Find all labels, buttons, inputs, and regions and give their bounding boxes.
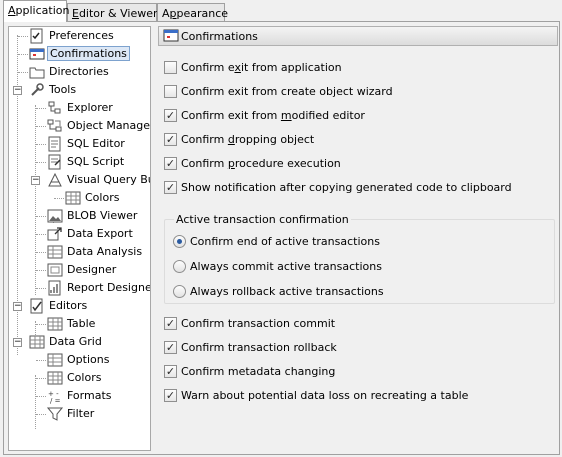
tree-item-directories[interactable]: Directories	[9, 63, 150, 81]
tab-application[interactable]: Application	[3, 0, 69, 22]
checkbox-box[interactable]	[164, 365, 177, 378]
options-icon	[47, 353, 63, 367]
tree-item-formats[interactable]: + - / = Formats	[9, 387, 150, 405]
collapse-icon[interactable]: −	[13, 338, 22, 347]
checkbox-box[interactable]	[164, 341, 177, 354]
radio-button[interactable]	[173, 260, 186, 273]
tree-item-grid-colors[interactable]: Colors	[9, 369, 150, 387]
sql-editor-icon	[48, 136, 61, 152]
tree-item-object-manager[interactable]: Object Manager	[9, 117, 150, 135]
checkbox-box[interactable]	[164, 61, 177, 74]
preferences-icon	[30, 28, 43, 44]
collapse-icon[interactable]: −	[13, 86, 22, 95]
options-frame: Preferences Confirmations Directories − …	[3, 21, 560, 455]
tree-item-explorer[interactable]: Explorer	[9, 99, 150, 117]
colors-icon	[65, 191, 81, 205]
report-designer-icon	[48, 280, 61, 296]
tree-item-tools[interactable]: − Tools	[9, 81, 150, 99]
tree-item-data-export[interactable]: Data Export	[9, 225, 150, 243]
data-grid-icon	[29, 335, 45, 349]
table-icon	[47, 317, 63, 331]
tab-editor-viewers[interactable]: Editor & Viewers	[67, 3, 163, 22]
tree-item-sql-script[interactable]: SQL Script	[9, 153, 150, 171]
active-transaction-group: Active transaction confirmation Confirm …	[164, 213, 555, 304]
checkbox-box[interactable]	[164, 389, 177, 402]
tree-item-editors[interactable]: − Editors	[9, 297, 150, 315]
collapse-icon[interactable]: −	[31, 176, 40, 185]
panel-header: Confirmations	[158, 26, 558, 46]
tree-item-sql-editor[interactable]: SQL Editor	[9, 135, 150, 153]
object-manager-icon	[47, 119, 62, 132]
tree-item-table[interactable]: Table	[9, 315, 150, 333]
checkbox-box[interactable]	[164, 133, 177, 146]
checkbox-box[interactable]	[164, 109, 177, 122]
tree-item-data-analysis[interactable]: Data Analysis	[9, 243, 150, 261]
filter-icon	[47, 407, 63, 421]
folder-icon	[29, 67, 45, 79]
explorer-icon	[48, 101, 61, 114]
tree-item-options[interactable]: Options	[9, 351, 150, 369]
radio-button[interactable]	[173, 285, 186, 298]
tree-item-blob-viewer[interactable]: BLOB Viewer	[9, 207, 150, 225]
sql-script-icon	[48, 154, 61, 170]
collapse-icon[interactable]: −	[13, 302, 22, 311]
checkbox-box[interactable]	[164, 181, 177, 194]
designer-icon	[47, 263, 63, 277]
tree-item-visual-query-builder[interactable]: − Visual Query Build	[9, 171, 150, 189]
options-tree[interactable]: Preferences Confirmations Directories − …	[8, 26, 151, 451]
data-export-icon	[47, 227, 62, 241]
checkbox-box[interactable]	[164, 85, 177, 98]
tree-item-report-designer[interactable]: Report Designer	[9, 279, 150, 297]
tree-item-designer[interactable]: Designer	[9, 261, 150, 279]
tree-item-vqb-colors[interactable]: Colors	[9, 189, 150, 207]
visual-query-builder-icon	[48, 172, 62, 187]
panel-title: Confirmations	[181, 30, 258, 43]
tools-icon	[31, 83, 44, 96]
checkbox-box[interactable]	[164, 317, 177, 330]
blob-viewer-icon	[47, 209, 63, 223]
tree-item-preferences[interactable]: Preferences	[9, 27, 150, 45]
radio-button[interactable]	[173, 235, 186, 248]
data-analysis-icon	[47, 245, 63, 259]
tree-item-filter[interactable]: Filter	[9, 405, 150, 423]
svg-text:/ =: / =	[50, 397, 61, 404]
tree-item-data-grid[interactable]: − Data Grid	[9, 333, 150, 351]
checkbox-box[interactable]	[164, 157, 177, 170]
group-title: Active transaction confirmation	[174, 213, 351, 226]
tab-appearance[interactable]: Appearance	[157, 3, 228, 22]
grid-colors-icon	[47, 371, 63, 385]
confirmations-icon	[163, 29, 179, 42]
editors-icon	[30, 298, 43, 314]
formats-icon: + -/ =	[48, 390, 61, 404]
tree-item-confirmations[interactable]: Confirmations	[9, 45, 150, 63]
confirmations-icon	[29, 48, 45, 60]
